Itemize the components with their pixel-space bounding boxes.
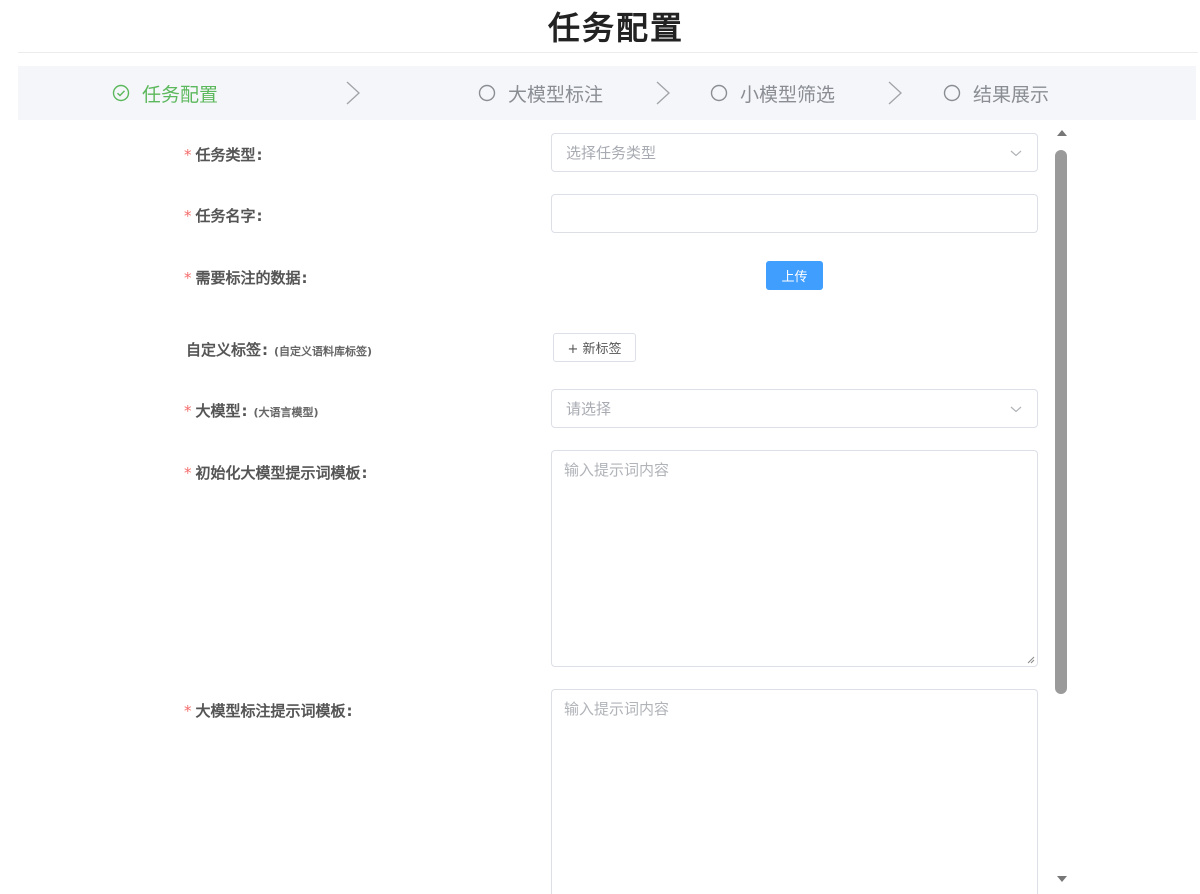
step-small-model-filter[interactable]: 小模型筛选	[710, 66, 835, 120]
required-mark: *	[184, 269, 192, 287]
chevron-right-icon	[888, 81, 902, 105]
new-tag-button[interactable]: + 新标签	[553, 333, 636, 362]
required-mark: *	[184, 702, 192, 720]
circle-icon	[710, 84, 728, 102]
init-prompt-label: * 初始化大模型提示词模板:	[184, 464, 368, 482]
llm-select[interactable]: 请选择	[551, 389, 1038, 428]
check-circle-icon	[112, 84, 130, 102]
step-llm-labeling[interactable]: 大模型标注	[478, 66, 603, 120]
steps-bar: 任务配置 大模型标注 小模型筛选 结果展示	[18, 66, 1196, 120]
scroll-down-arrow-icon[interactable]	[1056, 874, 1068, 884]
task-type-placeholder: 选择任务类型	[566, 144, 657, 162]
chevron-right-icon	[656, 81, 670, 105]
task-type-label: * 任务类型:	[184, 146, 263, 164]
step-label: 小模型筛选	[740, 83, 836, 106]
circle-icon	[478, 84, 496, 102]
label-prompt-label: * 大模型标注提示词模板:	[184, 702, 353, 720]
vertical-scrollbar[interactable]	[1052, 128, 1072, 884]
llm-hint: (大语言模型)	[253, 406, 319, 419]
required-mark: *	[184, 464, 192, 482]
resize-handle-icon[interactable]	[1025, 654, 1035, 664]
data-upload-label: * 需要标注的数据:	[184, 269, 308, 287]
custom-tags-hint: (自定义语料库标签)	[274, 345, 373, 358]
scrollbar-thumb[interactable]	[1055, 150, 1067, 694]
step-task-config[interactable]: 任务配置	[112, 66, 218, 120]
task-name-label: * 任务名字:	[184, 207, 263, 225]
chevron-right-icon	[346, 81, 360, 105]
step-label: 大模型标注	[508, 83, 604, 106]
step-label: 任务配置	[142, 83, 219, 106]
required-mark: *	[184, 146, 192, 164]
llm-placeholder: 请选择	[566, 400, 612, 418]
scroll-up-arrow-icon[interactable]	[1056, 128, 1068, 138]
step-result-display[interactable]: 结果展示	[943, 66, 1049, 120]
chevron-down-icon	[1010, 150, 1022, 156]
step-label: 结果展示	[973, 83, 1050, 106]
required-mark: *	[184, 207, 192, 225]
page-title: 任务配置	[547, 9, 684, 47]
custom-tags-label: 自定义标签: (自定义语料库标签)	[186, 341, 373, 359]
label-prompt-textarea[interactable]: 输入提示词内容	[551, 689, 1038, 894]
page-header: 任务配置	[18, 0, 1198, 53]
required-mark: *	[184, 402, 192, 420]
llm-label: * 大模型: (大语言模型)	[184, 402, 319, 420]
label-prompt-placeholder: 输入提示词内容	[564, 700, 670, 718]
init-prompt-textarea[interactable]: 输入提示词内容	[551, 450, 1038, 667]
circle-icon	[943, 84, 961, 102]
task-type-select[interactable]: 选择任务类型	[551, 133, 1038, 172]
upload-button[interactable]: 上传	[766, 261, 823, 290]
init-prompt-placeholder: 输入提示词内容	[564, 461, 670, 479]
task-name-input[interactable]	[551, 194, 1038, 233]
chevron-down-icon	[1010, 406, 1022, 412]
